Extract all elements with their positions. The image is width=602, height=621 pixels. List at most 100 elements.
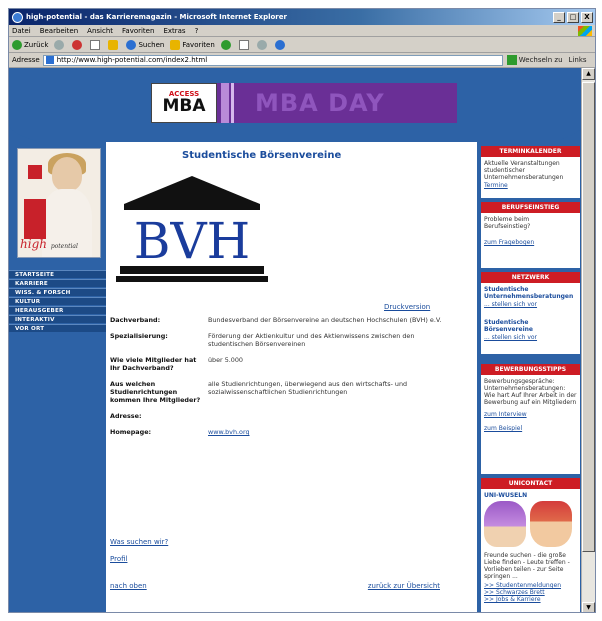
netzwerk-item-link[interactable]: ... stellen sich vor	[481, 300, 580, 310]
back-label: Zurück	[24, 40, 49, 49]
search-button[interactable]: Suchen	[126, 39, 165, 50]
row-value: www.bvh.org	[208, 428, 446, 436]
info-row: Spezialisierung: Förderung der Aktienkul…	[110, 332, 446, 348]
home-icon	[108, 39, 119, 50]
info-row: Homepage: www.bvh.org	[110, 428, 446, 436]
go-button[interactable]: Wechseln zu	[506, 55, 563, 65]
page-icon	[45, 56, 54, 64]
info-row: Wie viele Mitglieder hat Ihr Dachverband…	[110, 356, 446, 372]
unicontact-link[interactable]: >> Jobs & Karriere	[481, 596, 580, 605]
back-to-overview-link[interactable]: zurück zur Übersicht	[368, 582, 440, 590]
netzwerk-panel: NETZWERK Studentische Unternehmensberatu…	[481, 272, 580, 354]
unicontact-header: UNICONTACT	[481, 478, 580, 489]
vertical-scrollbar[interactable]: ▲ ▼	[581, 68, 595, 612]
menu-favoriten[interactable]: Favoriten	[122, 27, 154, 35]
row-value	[208, 412, 446, 420]
info-row: Dachverband: Bundesverband der Börsenver…	[110, 316, 446, 324]
back-button[interactable]: Zurück	[12, 39, 49, 50]
nav-interaktiv[interactable]: INTERAKTIV	[9, 315, 106, 323]
print-button[interactable]	[256, 39, 269, 50]
title-bar: high-potential - das Karrieremagazin - M…	[9, 9, 595, 25]
mail-button[interactable]	[238, 39, 251, 50]
beispiel-link[interactable]: zum Beispiel	[481, 424, 580, 434]
address-bar: Adresse http://www.high-potential.com/in…	[9, 53, 595, 68]
netzwerk-item-name[interactable]: Studentische Börsenvereine	[481, 316, 580, 333]
links-button[interactable]: Links	[569, 56, 587, 64]
nav-vor-ort[interactable]: VOR ORT	[9, 324, 106, 332]
print-version-link[interactable]: Druckversion	[384, 303, 430, 311]
uni-wuseln-illustration[interactable]	[481, 499, 580, 549]
termine-link[interactable]: Termine	[481, 181, 580, 191]
menu-extras[interactable]: Extras	[163, 27, 185, 35]
magazine-subtitle: potential	[50, 243, 78, 250]
nav-startseite[interactable]: STARTSEITE	[9, 270, 106, 278]
termine-header: TERMINKALENDER	[481, 146, 580, 157]
magazine-cover[interactable]: high potential	[17, 148, 101, 258]
berufseinstieg-text: Probleme beim Berufseinstieg?	[484, 216, 531, 230]
ad-mba-text: MBA	[162, 96, 206, 116]
logo-roof	[124, 176, 260, 204]
mba-day-ad[interactable]: ACCESS MBA MBA DAY	[151, 83, 457, 123]
minimize-button[interactable]: _	[553, 11, 565, 23]
purple-character-image	[484, 501, 526, 547]
scroll-down-icon[interactable]: ▼	[582, 602, 595, 612]
netzwerk-item-name[interactable]: Studentische Unternehmensberatungen	[481, 283, 580, 300]
favorites-button[interactable]: Favoriten	[170, 39, 215, 50]
stop-button[interactable]	[72, 39, 84, 50]
menu-ansicht[interactable]: Ansicht	[87, 27, 113, 35]
menu-help[interactable]: ?	[195, 27, 199, 35]
close-button[interactable]: X	[581, 11, 593, 23]
back-to-top-link[interactable]: nach oben	[110, 582, 147, 590]
star-icon	[170, 39, 181, 50]
window-title: high-potential - das Karrieremagazin - M…	[26, 13, 287, 21]
info-row: Adresse:	[110, 412, 446, 420]
menu-bearbeiten[interactable]: Bearbeiten	[40, 27, 78, 35]
logo-beam	[124, 204, 260, 210]
unicontact-link[interactable]: >> Studentenmeldungen	[481, 580, 580, 589]
menu-datei[interactable]: Datei	[12, 27, 31, 35]
maximize-button[interactable]: □	[567, 11, 579, 23]
netzwerk-item-link[interactable]: ... stellen sich vor	[481, 333, 580, 343]
homepage-link[interactable]: www.bvh.org	[208, 428, 250, 436]
was-suchen-wir-link[interactable]: Was suchen wir?	[110, 538, 168, 546]
termine-panel: TERMINKALENDER Aktuelle Veranstaltungen …	[481, 146, 580, 198]
interview-link[interactable]: zum Interview	[481, 410, 580, 420]
nav-herausgeber[interactable]: HERAUSGEBER	[9, 306, 106, 314]
unicontact-link[interactable]: >> Schwarzes Brett	[481, 589, 580, 596]
edit-icon	[274, 39, 285, 50]
history-button[interactable]	[220, 39, 233, 50]
edit-button[interactable]	[274, 39, 287, 50]
search-icon	[126, 39, 137, 50]
nav-karriere[interactable]: KARRIERE	[9, 279, 106, 287]
row-key: Adresse:	[110, 412, 142, 420]
address-input[interactable]: http://www.high-potential.com/index2.htm…	[42, 54, 503, 66]
scroll-up-icon[interactable]: ▲	[582, 68, 595, 80]
refresh-button[interactable]	[90, 39, 102, 50]
search-label: Suchen	[138, 40, 165, 49]
netzwerk-header: NETZWERK	[481, 272, 580, 283]
home-button[interactable]	[108, 39, 120, 50]
bewerbung-header: BEWERBUNGSSTIPPS	[481, 364, 580, 375]
fragebogen-link[interactable]: zum Fragebogen	[481, 238, 580, 248]
berufseinstieg-panel: BERUFSEINSTIEG Probleme beim Berufseinst…	[481, 202, 580, 268]
back-arrow-icon	[12, 39, 22, 50]
logo-base-2	[116, 276, 268, 282]
info-row: Aus welchen Studienrichtungen kommen Ihr…	[110, 380, 446, 404]
nav-wiss-forsch[interactable]: WISS. & FORSCH	[9, 288, 106, 296]
page-title: Studentische Börsenvereine	[182, 150, 342, 161]
sub-links: Was suchen wir? Profil	[110, 538, 168, 572]
uni-wuseln-label: UNI-WUSELN	[484, 492, 528, 499]
row-key: Spezialisierung:	[110, 332, 168, 340]
printer-icon	[256, 39, 267, 50]
ad-stripe	[221, 83, 229, 123]
profil-link[interactable]: Profil	[110, 555, 168, 563]
windows-logo-icon	[578, 25, 592, 36]
forward-button[interactable]	[54, 39, 66, 50]
row-value: Förderung der Aktienkultur und des Aktie…	[208, 332, 415, 348]
favorites-label: Favoriten	[182, 40, 215, 49]
nav-kultur[interactable]: KULTUR	[9, 297, 106, 305]
row-key: Dachverband:	[110, 316, 161, 324]
scroll-thumb[interactable]	[582, 82, 595, 552]
magazine-title: high potential	[20, 237, 78, 251]
unicontact-text: Freunde suchen - die große Liebe finden …	[484, 552, 570, 580]
